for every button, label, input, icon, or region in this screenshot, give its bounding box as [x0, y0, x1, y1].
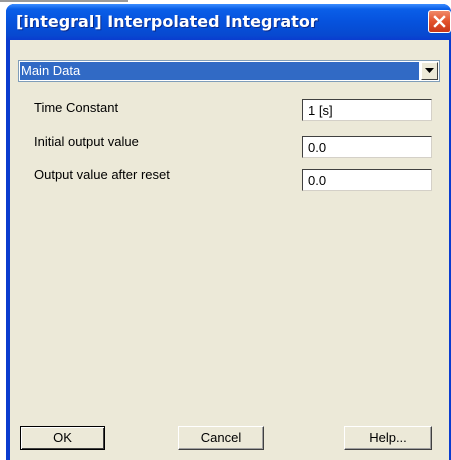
cancel-button[interactable]: Cancel: [178, 426, 264, 450]
page-select-value: Main Data: [20, 62, 419, 80]
time-constant-label: Time Constant: [34, 100, 119, 115]
integrator-dialog: [integral] Interpolated Integrator Main …: [6, 4, 451, 460]
close-button[interactable]: [428, 10, 451, 33]
initial-output-label: Initial output value: [34, 134, 139, 149]
reset-output-input[interactable]: [302, 169, 432, 191]
screen: [integral] Interpolated Integrator Main …: [0, 0, 451, 460]
chevron-down-icon: [425, 68, 434, 73]
ok-button[interactable]: OK: [20, 426, 105, 450]
window-title: [integral] Interpolated Integrator: [16, 12, 318, 31]
initial-output-input[interactable]: [302, 136, 432, 158]
reset-output-label: Output value after reset: [34, 167, 170, 182]
time-constant-input[interactable]: [302, 99, 432, 121]
dialog-body: Main Data Time Constant Initial output v…: [10, 40, 449, 460]
background-window-edge: [0, 0, 128, 2]
dropdown-button[interactable]: [421, 62, 438, 80]
page-select-dropdown[interactable]: Main Data: [18, 60, 440, 82]
title-bar[interactable]: [integral] Interpolated Integrator: [6, 4, 451, 40]
close-icon: [433, 15, 446, 28]
help-button[interactable]: Help...: [344, 426, 432, 450]
